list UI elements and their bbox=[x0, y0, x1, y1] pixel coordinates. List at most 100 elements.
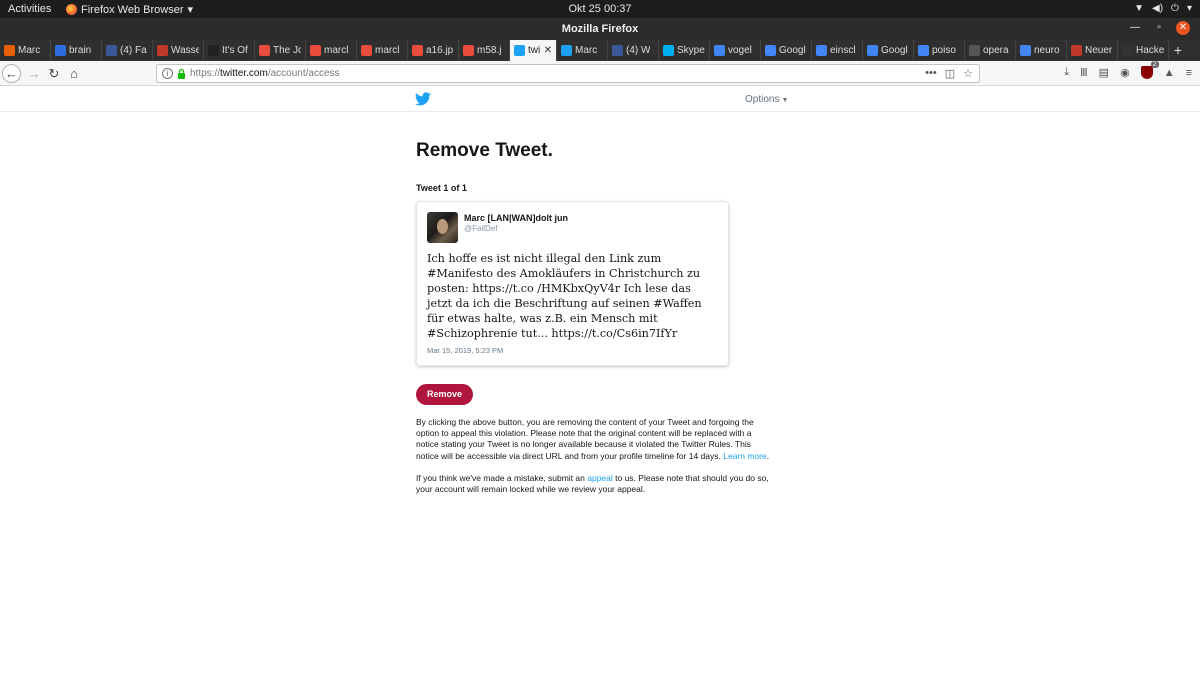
tab-active[interactable]: twi ✕ bbox=[510, 40, 557, 61]
avatar[interactable] bbox=[427, 212, 458, 243]
author-name[interactable]: Marc [LAN|WAN]dolt jun bbox=[464, 213, 568, 223]
tab[interactable]: Googl bbox=[761, 40, 812, 61]
tab-favicon-icon bbox=[106, 45, 117, 56]
tab-label: (4) W bbox=[626, 45, 651, 56]
sidebar-icon[interactable]: ▤ bbox=[1099, 66, 1109, 79]
maximize-icon[interactable]: ▫ bbox=[1152, 21, 1166, 35]
tab-favicon-icon bbox=[55, 45, 66, 56]
tab-favicon-icon bbox=[4, 45, 15, 56]
minimize-icon[interactable]: — bbox=[1128, 21, 1142, 35]
tab[interactable]: Wasse bbox=[153, 40, 204, 61]
window-controls: — ▫ ✕ bbox=[1128, 21, 1190, 35]
tweet-card: Marc [LAN|WAN]dolt jun @FailDef Ich hoff… bbox=[416, 201, 729, 366]
tab[interactable]: Hacke bbox=[1118, 40, 1169, 61]
tab-label: Googl bbox=[881, 45, 908, 56]
tab[interactable]: vogel bbox=[710, 40, 761, 61]
pocket-icon[interactable]: ◫ bbox=[945, 67, 955, 80]
url-prefix: https:// bbox=[190, 68, 221, 79]
tab[interactable]: Marc bbox=[557, 40, 608, 61]
avatar-face bbox=[437, 219, 448, 234]
tab[interactable]: m58.j bbox=[459, 40, 510, 61]
url-host: twitter.com bbox=[220, 68, 268, 79]
menu-icon[interactable]: ≡ bbox=[1186, 67, 1192, 79]
tab[interactable]: a16.jp bbox=[408, 40, 459, 61]
tab-label: Neuer bbox=[1085, 45, 1113, 56]
tab-label: The Jo bbox=[273, 45, 301, 56]
tab[interactable]: neuro bbox=[1016, 40, 1067, 61]
tab-favicon-icon bbox=[412, 45, 423, 56]
page-actions-icon[interactable]: ••• bbox=[925, 67, 937, 80]
tab-favicon-icon bbox=[663, 45, 674, 56]
tab[interactable]: Neuer bbox=[1067, 40, 1118, 61]
tab[interactable]: (4) Fa bbox=[102, 40, 153, 61]
tab[interactable]: The Jo bbox=[255, 40, 306, 61]
tab-favicon-icon bbox=[463, 45, 474, 56]
page-title: Remove Tweet. bbox=[416, 140, 553, 161]
tab-label: (4) Fa bbox=[120, 45, 147, 56]
back-button[interactable]: ← bbox=[2, 64, 21, 83]
tab[interactable]: marcl bbox=[306, 40, 357, 61]
tab-favicon-icon bbox=[918, 45, 929, 56]
clock[interactable]: Okt 25 00:37 bbox=[0, 3, 1200, 15]
tab[interactable]: brain bbox=[51, 40, 102, 61]
tab-favicon-icon bbox=[816, 45, 827, 56]
chevron-down-icon: ▾ bbox=[1186, 3, 1192, 14]
extension-icon[interactable]: ▲ bbox=[1164, 67, 1175, 79]
lock-icon bbox=[178, 68, 185, 79]
wifi-icon: ▼ bbox=[1134, 3, 1145, 14]
tab-favicon-icon bbox=[561, 45, 572, 56]
twitter-header: Options ▼ bbox=[0, 87, 1200, 112]
tab-favicon-icon bbox=[714, 45, 725, 56]
tweet-text: Ich hoffe es ist nicht illegal den Link … bbox=[427, 252, 702, 340]
url-text[interactable]: https://twitter.com/account/access bbox=[190, 68, 340, 79]
close-icon[interactable]: ✕ bbox=[1176, 21, 1190, 35]
tab-label: marcl bbox=[324, 45, 349, 56]
reload-button[interactable]: ↻ bbox=[44, 64, 64, 83]
bookmark-star-icon[interactable]: ☆ bbox=[963, 67, 973, 80]
options-menu[interactable]: Options ▼ bbox=[745, 94, 788, 105]
tab-favicon-icon bbox=[1071, 45, 1082, 56]
tab[interactable]: Marc bbox=[0, 40, 51, 61]
url-bar[interactable]: i https://twitter.com/account/access •••… bbox=[156, 64, 980, 83]
tab[interactable]: It's Of bbox=[204, 40, 255, 61]
forward-button[interactable]: → bbox=[24, 64, 44, 83]
tab-label: Skype bbox=[677, 45, 705, 56]
appeal-link[interactable]: appeal bbox=[587, 473, 613, 483]
removal-notice: By clicking the above button, you are re… bbox=[416, 417, 774, 462]
tweet-author: Marc [LAN|WAN]dolt jun @FailDef bbox=[464, 212, 568, 243]
appeal-notice-start: If you think we've made a mistake, submi… bbox=[416, 472, 588, 483]
home-button[interactable]: ⌂ bbox=[64, 64, 84, 83]
tab[interactable]: opera bbox=[965, 40, 1016, 61]
tab[interactable]: Googl bbox=[863, 40, 914, 61]
tab-favicon-icon bbox=[259, 45, 270, 56]
twitter-bird-icon[interactable] bbox=[415, 92, 431, 106]
tab-label: poiso bbox=[932, 45, 956, 56]
tab[interactable]: Skype bbox=[659, 40, 710, 61]
sync-icon[interactable]: ◉ bbox=[1120, 66, 1130, 79]
learn-more-link[interactable]: Learn more bbox=[723, 451, 766, 461]
tab-bar: Marc brain (4) Fa Wasse It's Of The Jo marcl ma… bbox=[0, 40, 1200, 61]
author-handle[interactable]: @FailDef bbox=[464, 224, 568, 233]
library-icon[interactable]: Ⅲ bbox=[1080, 66, 1088, 79]
tab-label: vogel bbox=[728, 45, 752, 56]
remove-button[interactable]: Remove bbox=[416, 384, 474, 405]
tab-label: twi bbox=[528, 45, 541, 56]
tab-label: opera bbox=[983, 45, 1009, 56]
system-tray[interactable]: ▼ ◀) ⏻ ▾ bbox=[1134, 3, 1192, 14]
new-tab-button[interactable]: + bbox=[1169, 40, 1187, 61]
info-icon[interactable]: i bbox=[162, 68, 173, 79]
tab[interactable]: poiso bbox=[914, 40, 965, 61]
ublock-icon[interactable]: 2 bbox=[1140, 61, 1159, 79]
url-actions: ••• ◫ ☆ bbox=[925, 67, 973, 80]
download-icon[interactable]: ⤓ bbox=[1064, 66, 1069, 79]
window-titlebar: Mozilla Firefox — ▫ ✕ bbox=[0, 18, 1200, 40]
tab-close-icon[interactable]: ✕ bbox=[544, 45, 552, 56]
tab[interactable]: marcl bbox=[357, 40, 408, 61]
tab[interactable]: einscl bbox=[812, 40, 863, 61]
tab-favicon-icon bbox=[969, 45, 980, 56]
tab-favicon-icon bbox=[612, 45, 623, 56]
tab[interactable]: (4) W bbox=[608, 40, 659, 61]
volume-icon: ◀) bbox=[1152, 3, 1164, 14]
tab-label: Hacke bbox=[1136, 45, 1164, 56]
tab-label: brain bbox=[69, 45, 92, 56]
